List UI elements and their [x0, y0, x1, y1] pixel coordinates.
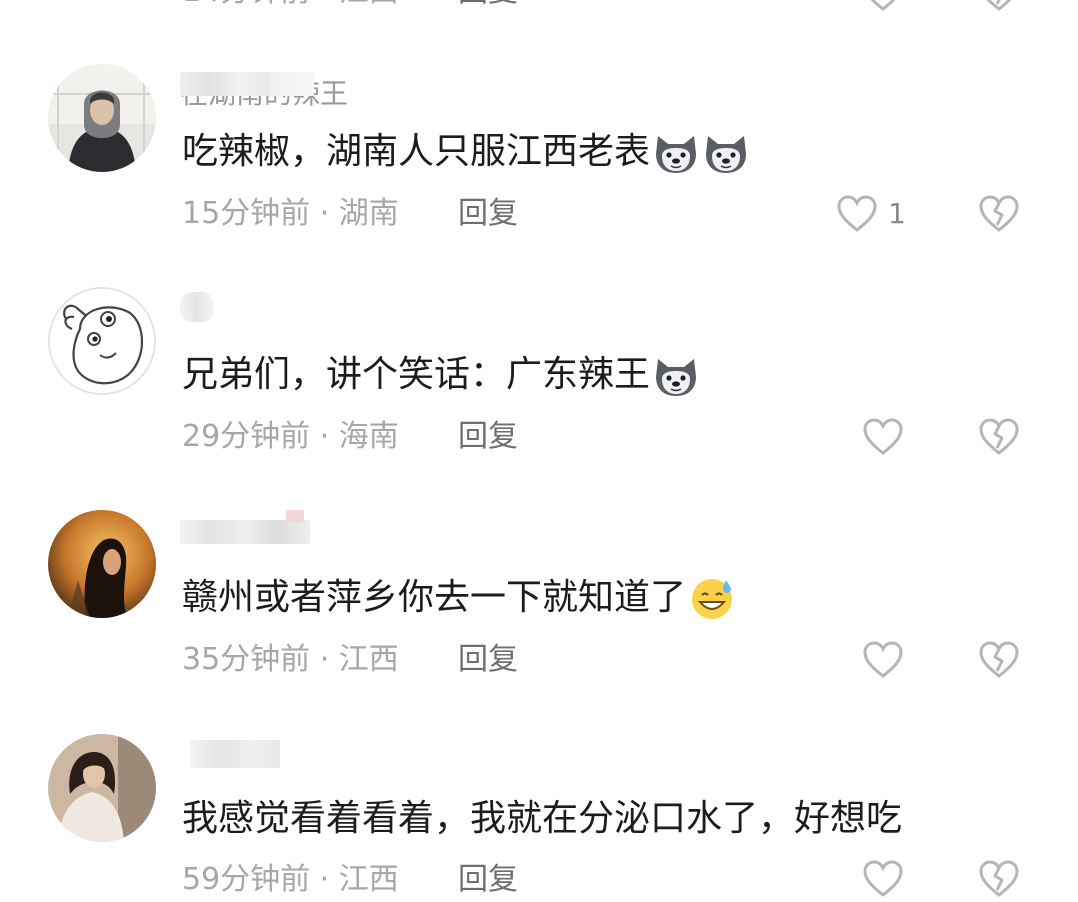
- comment-text: 我感觉看着看着，我就在分泌口水了，好想吃: [182, 797, 902, 841]
- comment-item: 我感觉看着看着，我就在分泌口水了，好想吃 59分钟前 · 江西 回复: [0, 0, 1078, 897]
- username-blur-mask: [190, 740, 280, 768]
- username[interactable]: [180, 734, 380, 774]
- reply-button[interactable]: 回复: [458, 862, 518, 898]
- like-heart-icon[interactable]: [862, 860, 904, 898]
- avatar[interactable]: [48, 734, 156, 842]
- comment-meta: 59分钟前 · 江西: [182, 862, 399, 897]
- comment-text-content: 我感觉看着看着，我就在分泌口水了，好想吃: [182, 798, 903, 839]
- dislike-broken-heart-icon[interactable]: [978, 860, 1020, 898]
